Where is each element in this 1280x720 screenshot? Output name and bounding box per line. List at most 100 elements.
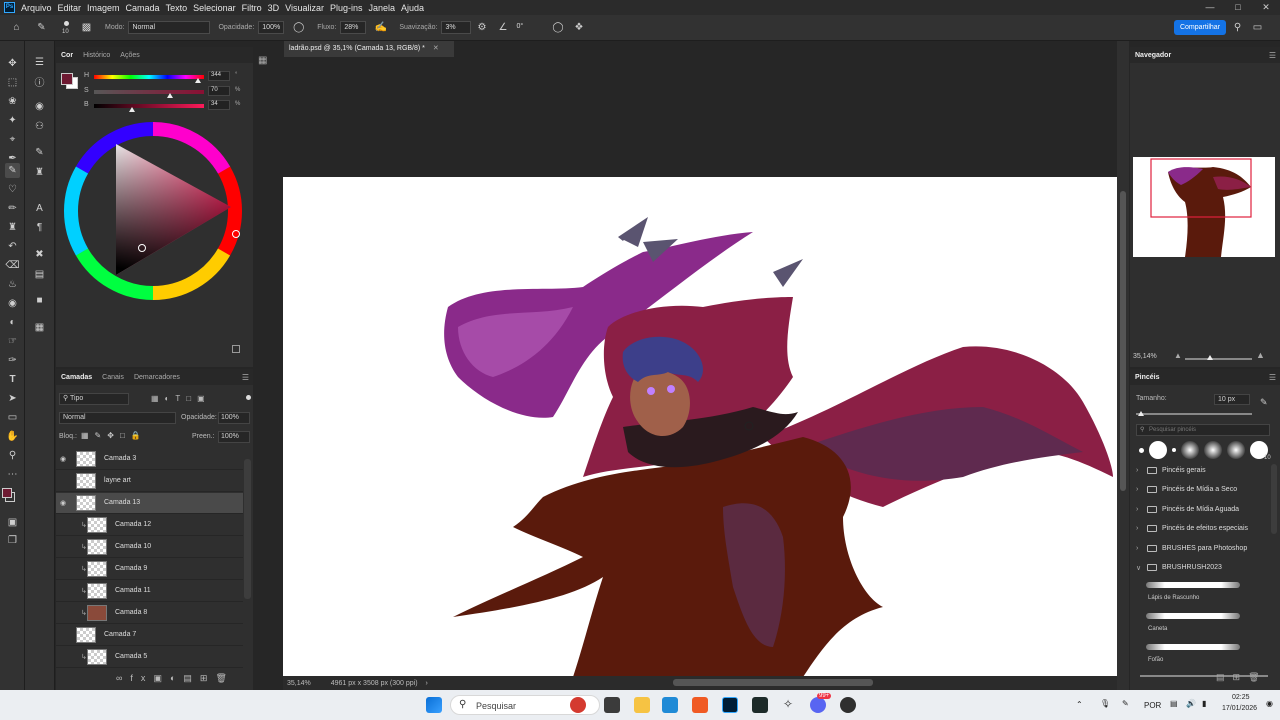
tool-presets-panel-icon[interactable]: ✖ xyxy=(32,247,47,262)
brightness-slider[interactable]: B 34 % xyxy=(84,100,254,112)
recent-brush-5[interactable] xyxy=(1203,441,1222,459)
brush-preset-picker[interactable]: 10 xyxy=(58,18,76,38)
brush-folder[interactable]: › Pincéis gerais xyxy=(1136,461,1270,479)
menu-selecionar[interactable]: Selecionar xyxy=(193,3,236,13)
menu-texto[interactable]: Texto xyxy=(166,3,188,13)
navigator-zoom-thumb[interactable] xyxy=(1207,355,1213,360)
language-indicator[interactable]: POR xyxy=(1144,701,1161,710)
tab-navegador[interactable]: Navegador xyxy=(1130,52,1176,59)
layer-visibility-eye-icon[interactable]: ◉ xyxy=(60,455,70,463)
link-layers-icon[interactable]: ∞ xyxy=(116,673,130,683)
smoothing-field[interactable]: 3% xyxy=(441,21,472,34)
layer-opacity-field[interactable]: 100% xyxy=(218,412,250,424)
layer-name[interactable]: layne art xyxy=(104,477,131,484)
app-icon-dark[interactable] xyxy=(840,697,856,713)
close-icon[interactable]: ✕ xyxy=(1252,0,1280,15)
layer-name[interactable]: Camada 8 xyxy=(115,609,147,616)
info-panel-icon[interactable]: ⓘ xyxy=(32,74,47,89)
zoom-out-icon[interactable]: ▲ xyxy=(1174,351,1182,360)
folder-chevron-icon[interactable]: › xyxy=(1136,486,1144,493)
status-arrow-icon[interactable]: › xyxy=(426,680,428,687)
volume-icon[interactable]: 🔊 xyxy=(1186,699,1196,708)
layer-visibility-off-icon[interactable] xyxy=(60,587,70,595)
layer-row[interactable]: ↳ Camada 12 xyxy=(56,515,243,536)
recent-brush-4[interactable] xyxy=(1180,441,1199,459)
smudge-tool-icon[interactable]: ☞ xyxy=(5,334,20,349)
layer-thumbnail[interactable] xyxy=(87,561,107,577)
tab-acoes[interactable]: Ações xyxy=(115,52,144,59)
brush-stroke-preview[interactable] xyxy=(1146,582,1240,588)
type-tool-icon[interactable]: T xyxy=(5,372,20,387)
layer-name[interactable]: Camada 9 xyxy=(115,565,147,572)
dodge-tool-icon[interactable]: ◐ xyxy=(5,315,20,330)
new-brush-icon[interactable]: ⊞ xyxy=(1233,672,1249,682)
home-icon[interactable]: ⌂ xyxy=(10,21,23,34)
marquee-tool-icon[interactable]: ⬚ xyxy=(5,75,20,90)
document-tab[interactable]: ladrão.psd @ 35,1% (Camada 13, RGB/8) * … xyxy=(284,41,454,57)
blend-mode-select[interactable]: Normal xyxy=(59,412,176,424)
layer-row[interactable]: ↳ Camada 11 xyxy=(56,581,243,602)
menu-3d[interactable]: 3D xyxy=(268,3,280,13)
layer-thumbnail[interactable] xyxy=(76,495,96,511)
maximize-icon[interactable]: □ xyxy=(1224,0,1252,15)
task-view-icon[interactable] xyxy=(604,697,620,713)
paint-bucket-tool-icon[interactable]: ♨ xyxy=(5,277,20,292)
brush-folder[interactable]: ∨ BRUSHRUSH2023 xyxy=(1136,559,1270,577)
brushes-menu-icon[interactable]: ☰ xyxy=(1269,373,1276,382)
vertical-scroll-thumb[interactable] xyxy=(1120,191,1126,491)
search-icon[interactable]: ⚲ xyxy=(1231,21,1244,34)
flow-field[interactable]: 28% xyxy=(340,21,367,34)
add-mask-icon[interactable]: ▣ xyxy=(153,673,170,683)
navigator-zoom-value[interactable]: 35,14% xyxy=(1133,353,1157,360)
adjustment-layer-icon[interactable]: ◐ xyxy=(170,673,183,683)
layer-name[interactable]: Camada 12 xyxy=(115,521,151,528)
delete-brush-icon[interactable]: 🗑 xyxy=(1248,672,1267,682)
character-artwork[interactable] xyxy=(283,177,1117,677)
brush-stroke-preview[interactable] xyxy=(1146,644,1240,650)
saturation-thumb[interactable] xyxy=(167,93,173,98)
recent-brush-6[interactable] xyxy=(1226,441,1245,459)
more-tools-icon[interactable]: ⋯ xyxy=(5,467,20,482)
swatches-panel-icon[interactable]: ◉ xyxy=(32,99,47,114)
brush-edit-icon[interactable]: ✎ xyxy=(1260,397,1268,408)
layers-menu-icon[interactable]: ☰ xyxy=(242,373,249,382)
brush-search-input[interactable]: ⚲ Pesquisar pincéis xyxy=(1136,424,1270,436)
brave-browser-icon[interactable] xyxy=(692,697,708,713)
minimize-icon[interactable]: — xyxy=(1196,0,1224,15)
folder-chevron-icon[interactable]: ∨ xyxy=(1136,564,1144,572)
layer-row[interactable]: ◉ Camada 13 xyxy=(56,493,243,514)
hue-value[interactable]: 344 xyxy=(208,71,230,81)
layer-filter-icons[interactable]: ▦◐T□▣ xyxy=(151,394,211,403)
new-brush-group-icon[interactable]: ▤ xyxy=(1216,672,1233,682)
tab-demarcadores[interactable]: Demarcadores xyxy=(129,374,185,381)
hue-slider[interactable]: H 344 ° xyxy=(84,71,254,83)
layer-thumbnail[interactable] xyxy=(87,539,107,555)
pressure-opacity-icon[interactable]: ◯ xyxy=(292,21,305,34)
store-icon[interactable] xyxy=(662,697,678,713)
layer-row[interactable]: ↳ Camada 10 xyxy=(56,537,243,558)
clock-time[interactable]: 02:25 xyxy=(1232,694,1250,701)
brush-size-thumb[interactable] xyxy=(1138,411,1144,416)
brightness-track[interactable] xyxy=(94,104,204,108)
canvas-area[interactable] xyxy=(283,57,1117,677)
discord-icon[interactable] xyxy=(810,697,826,713)
hand-tool-icon[interactable]: ✋ xyxy=(5,429,20,444)
photoshop-taskbar-icon[interactable] xyxy=(722,697,738,713)
tray-overflow-icon[interactable]: ⌃ xyxy=(1076,700,1083,709)
smoothing-gear-icon[interactable]: ⚙ xyxy=(475,21,488,34)
layer-row[interactable]: layne art xyxy=(56,471,243,492)
folder-chevron-icon[interactable]: › xyxy=(1136,506,1144,513)
layer-visibility-off-icon[interactable] xyxy=(60,609,70,617)
color-wheel[interactable] xyxy=(61,119,246,304)
magic-wand-tool-icon[interactable]: ✦ xyxy=(5,113,20,128)
color-panel-expand-icon[interactable] xyxy=(232,345,240,353)
recent-brush-2[interactable] xyxy=(1148,441,1167,459)
brushes-scrollbar[interactable] xyxy=(1271,464,1277,534)
color-panel-fg-swatch[interactable] xyxy=(61,73,73,85)
tab-pinceis[interactable]: Pincéis xyxy=(1130,374,1165,381)
brush-folder[interactable]: › Pincéis de efeitos especiais xyxy=(1136,520,1270,538)
layer-row[interactable]: ↳ Camada 8 xyxy=(56,603,243,624)
folder-chevron-icon[interactable]: › xyxy=(1136,525,1144,532)
fill-field[interactable]: 100% xyxy=(218,431,250,443)
menu-visualizar[interactable]: Visualizar xyxy=(285,3,324,13)
